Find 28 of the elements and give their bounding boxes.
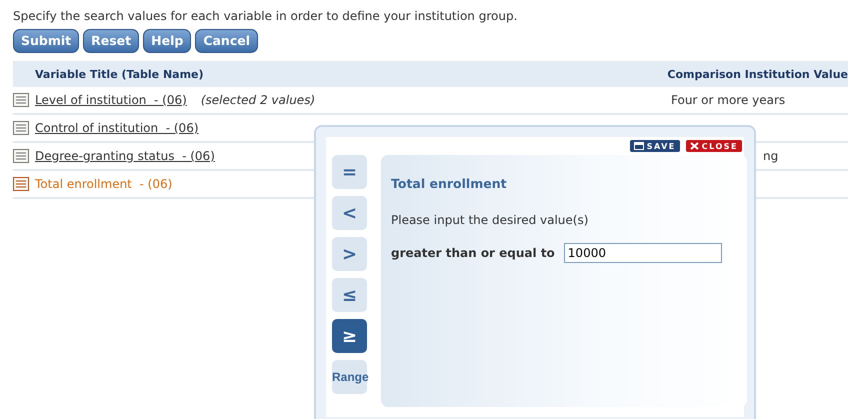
- value-text: Four or more years: [671, 93, 786, 107]
- field-label: greater than or equal to: [391, 246, 555, 260]
- column-header: Variable Title (Table Name): [34, 68, 205, 80]
- form-button[interactable]: Reset: [83, 29, 140, 53]
- form-button[interactable]: Help: [143, 29, 192, 53]
- selection-note: (selected 2 values): [200, 93, 316, 107]
- dialog-title: Total enrollment: [391, 176, 508, 191]
- variable-link[interactable]: Control of institution - (06): [35, 121, 199, 135]
- form-button[interactable]: Cancel: [195, 29, 258, 53]
- save-icon: [634, 142, 644, 150]
- operator-button[interactable]: ≥: [332, 319, 367, 353]
- variable-link[interactable]: Total enrollment - (06): [35, 177, 172, 191]
- close-icon: [690, 142, 699, 150]
- instructions-text: Specify the search values for each variable in order to define your institution group.: [12, 8, 518, 23]
- variable-link[interactable]: Level of institution - (06): [35, 93, 187, 107]
- save-button[interactable]: SAVE: [630, 140, 680, 152]
- prompt-text: Please input the desired value(s): [391, 213, 590, 227]
- close-button[interactable]: CLOSE: [686, 140, 742, 152]
- operator-button[interactable]: Range: [332, 360, 367, 394]
- value-text: ng: [763, 149, 778, 163]
- operator-button[interactable]: ≤: [332, 278, 367, 312]
- column-header: Comparison Institution Value: [667, 68, 848, 80]
- operator-button[interactable]: <: [332, 196, 367, 230]
- form-button[interactable]: Submit: [13, 29, 80, 53]
- operator-button[interactable]: >: [332, 237, 367, 271]
- variable-link[interactable]: Degree-granting status - (06): [35, 149, 215, 163]
- value-input[interactable]: 10000: [564, 243, 722, 263]
- operator-button[interactable]: =: [332, 155, 367, 189]
